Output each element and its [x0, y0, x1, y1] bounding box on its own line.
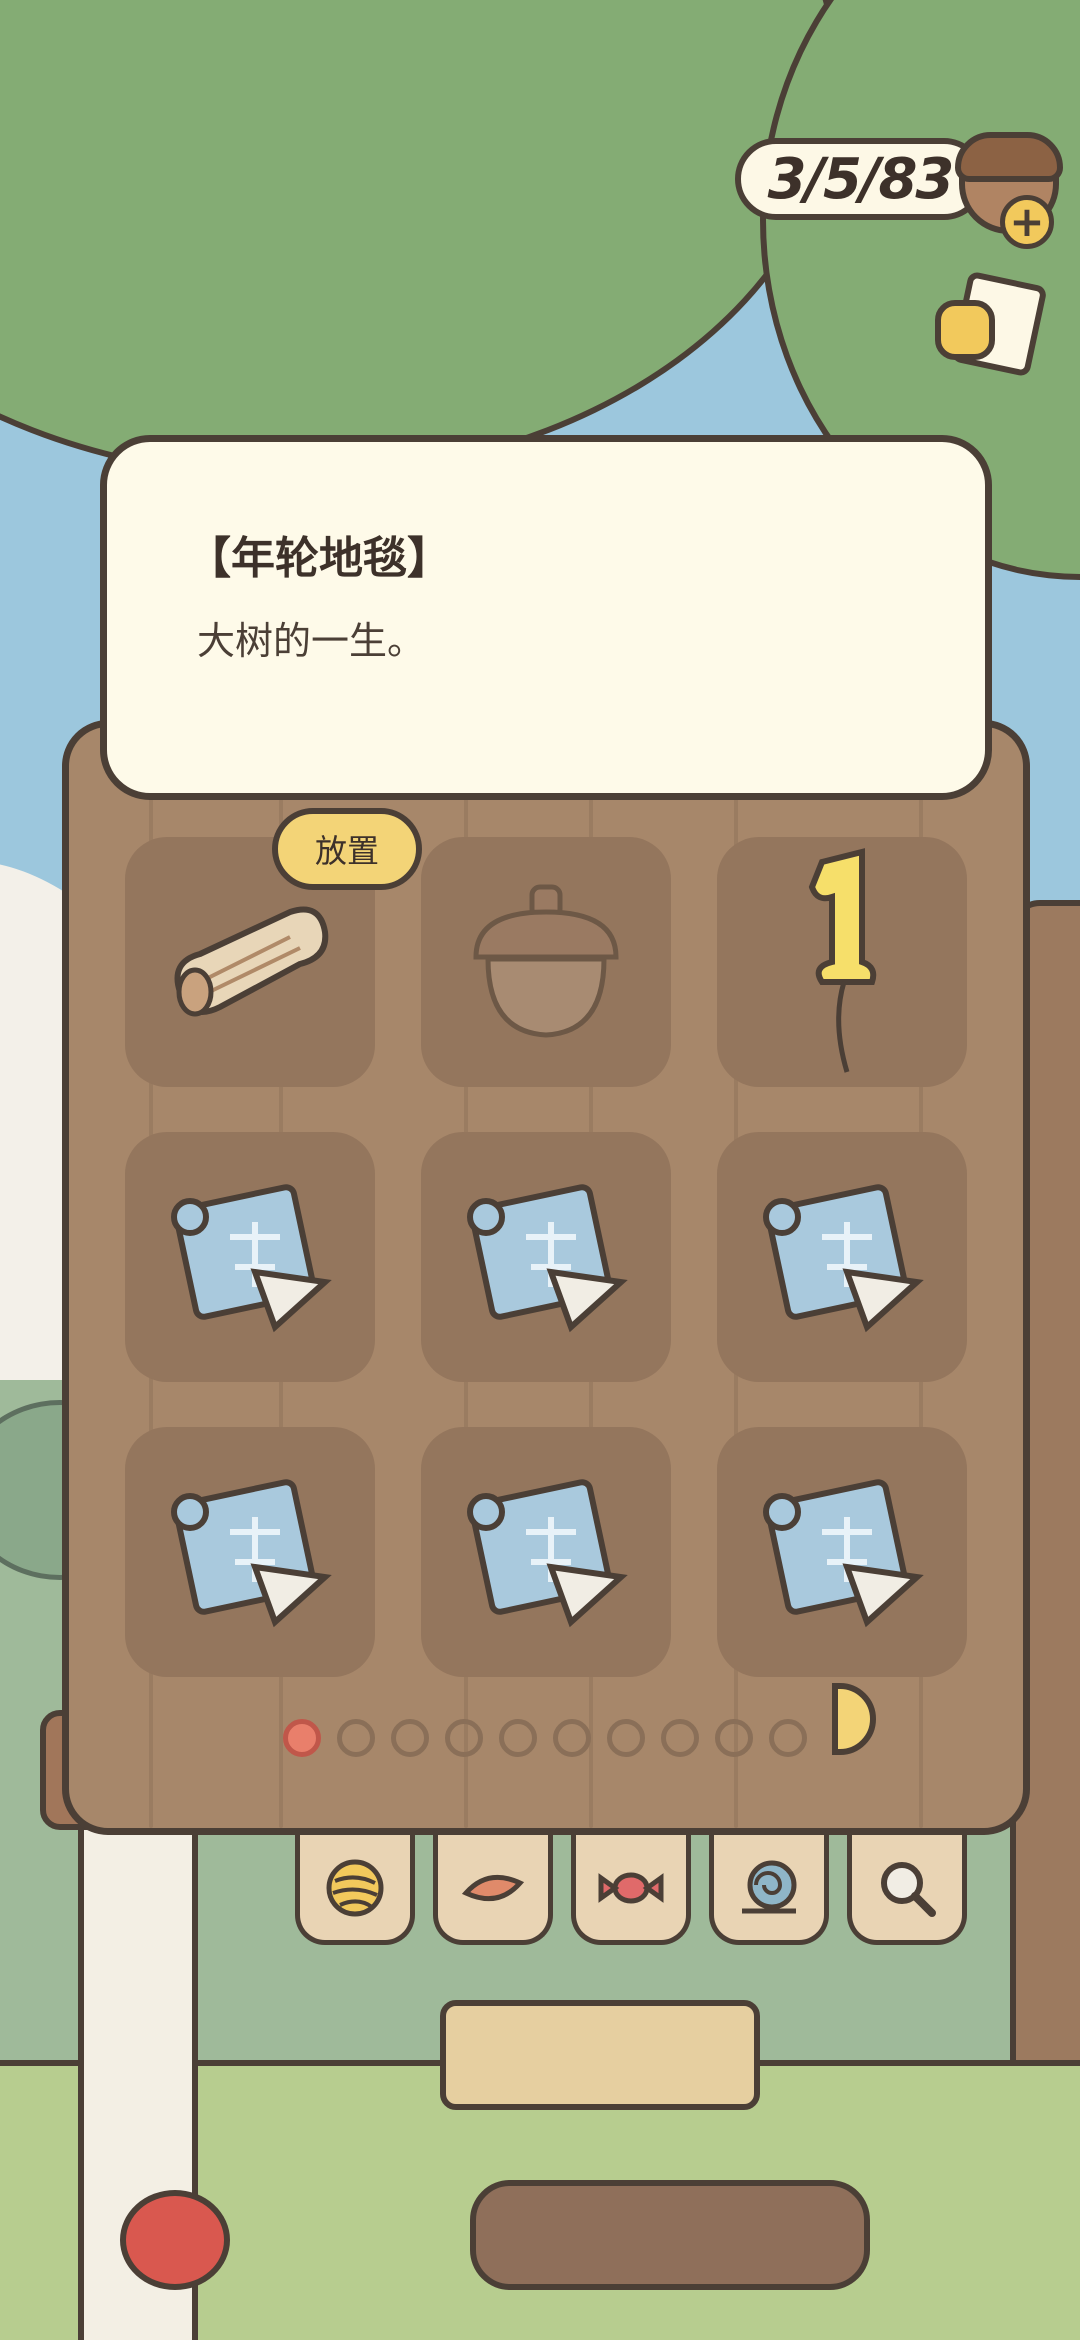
fallen-log[interactable] — [470, 2180, 870, 2290]
inventory-slot[interactable] — [421, 1427, 671, 1677]
inventory-slot[interactable] — [125, 1427, 375, 1677]
blueprint-icon — [171, 1184, 332, 1333]
page-dot[interactable] — [337, 1719, 375, 1757]
page-dot[interactable] — [769, 1719, 807, 1757]
inventory-slot[interactable] — [717, 837, 967, 1087]
inventory-slot[interactable] — [421, 837, 671, 1087]
leaf-icon — [461, 1874, 525, 1901]
page-dot[interactable] — [553, 1719, 591, 1757]
page-dot[interactable] — [391, 1719, 429, 1757]
note-hand-icon[interactable] — [935, 270, 1048, 380]
page-indicator — [283, 1713, 823, 1763]
shop-stall[interactable] — [440, 2000, 760, 2110]
tree-ring-carpet-icon — [174, 906, 329, 1017]
category-tabs — [295, 1835, 985, 1955]
tab-candy[interactable] — [571, 1835, 691, 1945]
page-dot[interactable] — [445, 1719, 483, 1757]
candy-icon — [598, 1872, 664, 1903]
snail-shell-icon — [742, 1860, 797, 1913]
blueprint-icon — [467, 1479, 628, 1628]
tab-snail[interactable] — [709, 1835, 829, 1945]
page-dot[interactable] — [499, 1719, 537, 1757]
item-detail-card: 【年轮地毯】 大树的一生。 — [100, 435, 992, 800]
number-one-balloon-icon — [808, 848, 877, 1073]
blueprint-icon — [171, 1479, 332, 1628]
place-button[interactable]: 放置 — [272, 808, 422, 890]
tab-leaf[interactable] — [433, 1835, 553, 1945]
inventory-slot[interactable] — [717, 1132, 967, 1382]
page-dot[interactable] — [607, 1719, 645, 1757]
blueprint-icon — [763, 1184, 924, 1333]
inventory-slot[interactable] — [717, 1427, 967, 1677]
blueprint-icon — [467, 1184, 628, 1333]
acorn-currency-counter: 3/5/83 — [735, 138, 985, 220]
inventory-panel — [62, 720, 1030, 1835]
page-dot[interactable] — [661, 1719, 699, 1757]
tab-yarn[interactable] — [295, 1835, 415, 1945]
blueprint-icon — [763, 1479, 924, 1628]
apple-icon[interactable] — [120, 2190, 230, 2290]
inventory-slot[interactable] — [125, 1132, 375, 1382]
magnifier-icon — [881, 1861, 936, 1917]
yarn-ball-icon — [326, 1859, 384, 1916]
inventory-slot[interactable] — [421, 1132, 671, 1382]
tab-search[interactable] — [847, 1835, 967, 1945]
acorn-count: 3/5/83 — [767, 146, 955, 212]
acorn-icon — [473, 884, 619, 1038]
plus-icon[interactable]: + — [1000, 195, 1054, 249]
item-description: 大树的一生。 — [197, 619, 426, 663]
page-dot-active[interactable] — [283, 1719, 321, 1757]
item-title: 【年轮地毯】 — [187, 533, 451, 584]
page-dot[interactable] — [715, 1719, 753, 1757]
